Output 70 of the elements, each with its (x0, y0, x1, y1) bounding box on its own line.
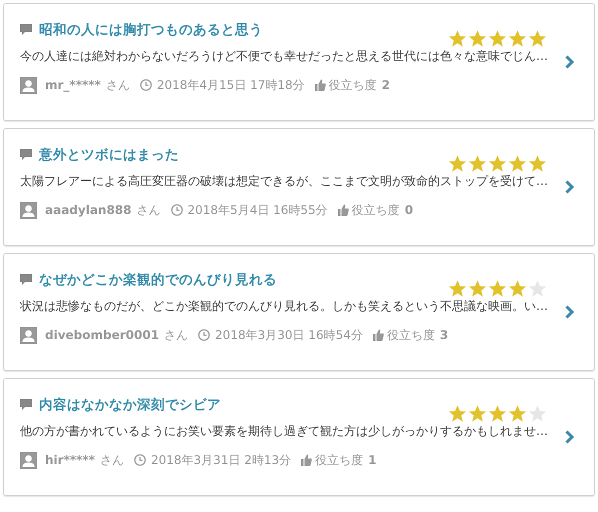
comment-icon (20, 149, 32, 160)
star-icon (468, 28, 487, 48)
clock-icon (170, 204, 183, 216)
honorific: さん (100, 452, 124, 468)
star-icon (468, 404, 487, 422)
thumbs-up-icon (301, 454, 312, 466)
user-avatar-icon (20, 326, 37, 344)
thumbs-up-icon (338, 204, 349, 216)
review-title[interactable]: 内容はなかなか深刻でシビア (39, 396, 221, 414)
user-avatar-icon (20, 76, 37, 94)
review-date: 2018年5月4日 16時55分 (188, 202, 328, 218)
star-icon (488, 28, 507, 48)
review-title[interactable]: 意外とツボにはまった (39, 146, 179, 164)
star-icon (468, 154, 487, 172)
username[interactable]: divebomber0001 (45, 328, 160, 342)
review-date: 2018年4月15日 17時18分 (156, 76, 305, 94)
thumbs-up-icon (314, 79, 326, 91)
clock-icon (140, 79, 152, 91)
review-date: 2018年3月30日 16時54分 (215, 326, 363, 344)
username[interactable]: aaadylan888 (45, 203, 132, 217)
star-icon (508, 28, 527, 48)
helpful-count: 2 (382, 78, 390, 92)
chevron-right-icon (565, 180, 574, 194)
chevron-right-icon (565, 55, 574, 69)
review-card[interactable]: なぜかどこか楽観的でのんびり見れる 状況は悲惨なものだが、どこか楽観的でのんびり見れる。しかも笑えるという不思議な映画。い… divebomber0001 さん 2018年3月30日 16時54分 役立ち度 3 (3, 253, 595, 371)
thumbs-up-icon (372, 329, 384, 341)
review-card[interactable]: 意外とツボにはまった 太陽フレアーによる高圧変圧器の破壊は想定できるが、ここまで文明が致命的ストップを受けて… aaadylan888 さん 2018年5月4日 16時55分 役立ち度 0 (3, 128, 595, 246)
star-icon (488, 154, 507, 172)
chevron-right-icon (565, 305, 574, 319)
star-icon (488, 278, 507, 298)
review-title[interactable]: なぜかどこか楽観的でのんびり見れる (39, 270, 277, 288)
comment-icon (20, 399, 32, 410)
star-icon (508, 154, 527, 172)
review-title[interactable]: 昭和の人には胸打つものあると思う (39, 20, 263, 38)
user-avatar-icon (20, 452, 37, 468)
review-excerpt: 状況は悲惨なものだが、どこか楽観的でのんびり見れる。しかも笑えるという不思議な映画。い… (20, 298, 549, 314)
star-icon (528, 154, 547, 172)
review-card[interactable]: 昭和の人には胸打つものあると思う 今の人達には絶対わからないだろうけど不便でも幸せだったと思える世代には色々な意味でじん… mr_***** さん 2018年4月15日 17時18分 役立ち度 2 (3, 3, 595, 121)
helpful-label: 役立ち度 (328, 76, 377, 94)
star-icon (508, 278, 527, 298)
star-icon (448, 278, 467, 298)
helpful-count: 1 (368, 453, 376, 467)
star-icon (448, 154, 467, 172)
star-icon (448, 404, 467, 422)
star-icon (448, 28, 467, 48)
review-excerpt: 太陽フレアーによる高圧変圧器の破壊は想定できるが、ここまで文明が致命的ストップを受けて… (20, 172, 549, 190)
helpful-count: 0 (404, 203, 414, 217)
helpful-label: 役立ち度 (386, 326, 435, 344)
username[interactable]: hir***** (45, 453, 95, 467)
star-icon (508, 404, 527, 422)
helpful-count: 3 (440, 328, 448, 342)
user-avatar-icon (20, 202, 37, 218)
review-excerpt: 今の人達には絶対わからないだろうけど不便でも幸せだったと思える世代には色々な意味でじん… (20, 48, 549, 64)
review-card[interactable]: 内容はなかなか深刻でシビア 他の方が書かれているようにお笑い要素を期待し過ぎて観た方は少しがっかりするかもしれませ… hir***** さん 2018年3月31日 2時13分 役立ち度 1 (3, 378, 595, 496)
clock-icon (198, 329, 210, 341)
star-icon (488, 404, 507, 422)
review-excerpt: 他の方が書かれているようにお笑い要素を期待し過ぎて観た方は少しがっかりするかもしれませ… (20, 422, 549, 440)
review-date: 2018年3月31日 2時13分 (150, 452, 292, 468)
honorific: さん (106, 76, 130, 94)
star-icon (528, 28, 547, 48)
comment-icon (20, 274, 32, 285)
honorific: さん (164, 326, 188, 344)
helpful-label: 役立ち度 (315, 452, 364, 468)
username[interactable]: mr_***** (45, 78, 101, 92)
honorific: さん (136, 202, 161, 218)
chevron-right-icon (565, 430, 574, 444)
helpful-label: 役立ち度 (352, 202, 400, 218)
comment-icon (20, 24, 32, 35)
clock-icon (134, 454, 146, 466)
star-icon (468, 278, 487, 298)
